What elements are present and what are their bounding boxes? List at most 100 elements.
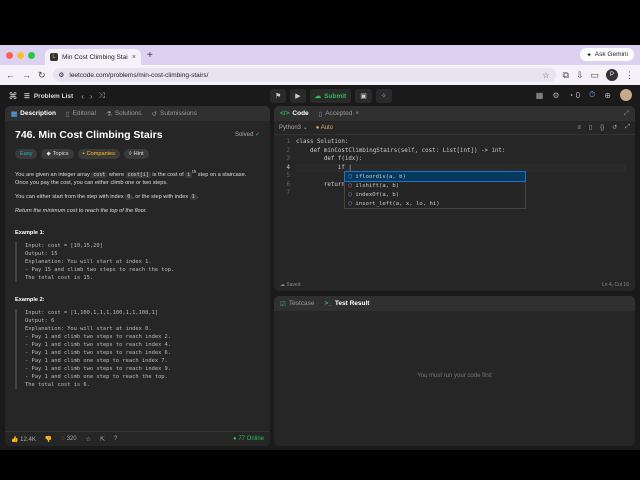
function-icon: ⬡ (348, 200, 353, 207)
minimize-window-button[interactable] (17, 51, 24, 59)
problem-list-link[interactable]: ☰ Problem List (24, 92, 73, 101)
settings-icon[interactable]: ⚙ (552, 91, 559, 100)
help-icon[interactable]: ? (114, 436, 117, 442)
run-button[interactable]: ▶ (290, 89, 306, 103)
companies-chip[interactable]: ▪ Companies (77, 149, 120, 159)
close-window-button[interactable] (6, 51, 13, 59)
list-icon: ☰ (24, 93, 30, 100)
code-panel: </> Code ▯ Accepted × ⤢ Python3 ⌄ ● Auto ≡ … (274, 106, 635, 291)
extensions-icon[interactable]: ⧉ (563, 70, 569, 81)
ai-assist-button[interactable]: ✧ (375, 89, 392, 103)
favorite-star-icon[interactable]: ☆ (86, 436, 91, 443)
tab-editorial-label: Editorial (72, 110, 96, 117)
close-tab-icon[interactable]: × (132, 54, 136, 61)
tab-accepted-label: Accepted (325, 110, 353, 117)
ask-gemini-button[interactable]: ✦ Ask Gemini (580, 48, 634, 61)
example-2-box: Input: cost = [1,100,1,1,1,100,1,1,100,1… (15, 308, 260, 389)
like-button[interactable]: 👍 12.4K (11, 436, 36, 443)
example-2-line: Input: cost = [1,100,1,1,1,100,1,1,100,1… (25, 309, 159, 316)
streak-icon[interactable]: ◔ 0 (569, 91, 581, 100)
user-avatar[interactable] (620, 89, 632, 101)
back-icon[interactable]: ← (6, 70, 15, 80)
downloads-icon[interactable]: ⇩ (576, 70, 584, 81)
desc2-part-b: , or the step with index (132, 193, 190, 200)
share-icon[interactable]: ⇱ (100, 436, 105, 443)
reset-icon[interactable]: ↺ (612, 124, 617, 131)
autocomplete-item[interactable]: ⬡ ilshift(a, b) (345, 181, 525, 190)
gemini-icon: ✦ (586, 51, 592, 59)
timer-icon[interactable]: ⏱ (589, 90, 595, 100)
tab-solutions[interactable]: ⚗ Solutions (106, 110, 142, 118)
prev-problem-icon[interactable]: ‹ (81, 92, 84, 101)
test-panel: ☑ Testcase >_ Test Result You must run you… (274, 296, 635, 446)
maximize-window-button[interactable] (28, 51, 35, 59)
tab-editorial[interactable]: ▯ Editorial (66, 110, 96, 118)
code-line: return (296, 181, 345, 188)
format-icon[interactable]: ≡ (577, 125, 581, 131)
bookmark-icon[interactable]: ▯ (589, 124, 592, 131)
line-number: 4 (286, 164, 291, 171)
description-footer: 👍 12.4K 👎 ◌ 320 ☆ ⇱ ? ● 77 Online (5, 431, 270, 446)
description-panel: ▤ Description ▯ Editorial ⚗ Solutions ↺ Subm… (5, 106, 270, 446)
tab-code[interactable]: </> Code (280, 110, 309, 117)
new-tab-button[interactable]: + (147, 45, 153, 65)
topics-chip[interactable]: ◆ Topics (41, 149, 74, 159)
code-editor[interactable]: 1 2 3 4 5 6 7 class Solution: def minCos… (274, 135, 635, 196)
address-bar[interactable]: ⚙ leetcode.com/problems/min-cost-climbin… (52, 68, 556, 82)
dislike-button[interactable]: 👎 (45, 436, 52, 443)
example-1-line: Input: cost = [10,15,20] (25, 242, 103, 249)
description-paragraph-2: You can either start from the step with … (15, 193, 260, 201)
next-problem-icon[interactable]: › (90, 92, 93, 101)
code-line: def f(idx): (296, 156, 363, 162)
autocomplete-item[interactable]: ⬡ insort_left(a, x, lo, hi) (345, 199, 525, 208)
autocomplete-item[interactable]: ⬡ indexOf(a, b) (345, 190, 525, 199)
tab-description[interactable]: ▤ Description (11, 110, 56, 118)
topics-label: Topics (52, 151, 69, 157)
tab-submissions-label: Submissions (160, 110, 197, 117)
forward-icon[interactable]: → (22, 70, 31, 80)
companies-label: Companies (86, 151, 115, 157)
tab-testcase[interactable]: ☑ Testcase (280, 300, 314, 308)
line-number: 3 (286, 156, 291, 162)
submit-button[interactable]: ☁ Submit (309, 89, 352, 103)
panel-expand-icon[interactable]: ⤢ (624, 110, 629, 118)
browser-tab[interactable]: L Min Cost Climbing Stairs - Le × (45, 49, 141, 65)
shuffle-icon[interactable]: ⤨ (99, 91, 105, 101)
navbar-right: ▦ ⚙ ◔ 0 ⏱ ⊕ (536, 89, 632, 101)
code-toolbar: Python3 ⌄ ● Auto ≡ ▯ {} ↺ ⤢ (274, 121, 635, 135)
tab-test-result[interactable]: >_ Test Result (324, 300, 369, 307)
code-line: class Solution: (296, 139, 349, 145)
tab-submissions[interactable]: ↺ Submissions (152, 110, 197, 118)
profile-avatar[interactable]: P (606, 69, 618, 81)
comment-icon: ◌ (61, 436, 65, 442)
description-paragraph-3: Return the minimum cost to reach the top… (15, 207, 147, 214)
hint-chip[interactable]: ◊ Hint (123, 149, 149, 159)
line-number: 1 (286, 139, 291, 145)
sidepanel-icon[interactable]: ▭ (590, 70, 599, 81)
flask-icon: ⚗ (105, 110, 112, 118)
tab-testcase-label: Testcase (288, 300, 315, 307)
close-tab-icon[interactable]: × (355, 110, 359, 117)
desc2-part-c: . (196, 193, 199, 200)
site-info-icon[interactable]: ⚙ (59, 71, 65, 79)
debug-button[interactable]: ⚑ (270, 89, 287, 103)
add-friend-icon[interactable]: ⊕ (604, 91, 611, 100)
problem-tags: Easy ◆ Topics ▪ Companies ◊ Hint (15, 149, 260, 159)
language-label: Python3 (279, 125, 302, 131)
autocomplete-item[interactable]: ⬡ ifloordiv(a, b) (344, 171, 526, 182)
notes-button[interactable]: ▣ (355, 89, 372, 103)
comments-button[interactable]: ◌ 320 (61, 436, 76, 442)
reload-icon[interactable]: ↻ (38, 70, 46, 81)
bookmark-star-icon[interactable]: ☆ (542, 71, 549, 80)
auto-mode[interactable]: ● Auto (316, 125, 333, 131)
braces-icon[interactable]: {} (600, 125, 604, 131)
tab-accepted[interactable]: ▯ Accepted × (319, 110, 359, 118)
layout-icon[interactable]: ▦ (536, 91, 544, 100)
example-1-title: Example 1: (15, 229, 45, 236)
line-number: 5 (286, 173, 291, 179)
test-result-empty: You must run your code first (417, 373, 492, 379)
fullscreen-icon[interactable]: ⤢ (625, 124, 630, 131)
leetcode-logo-icon[interactable]: ⌘ (8, 91, 18, 101)
browser-menu-icon[interactable]: ⋮ (625, 70, 634, 81)
language-select[interactable]: Python3 ⌄ (279, 124, 308, 131)
